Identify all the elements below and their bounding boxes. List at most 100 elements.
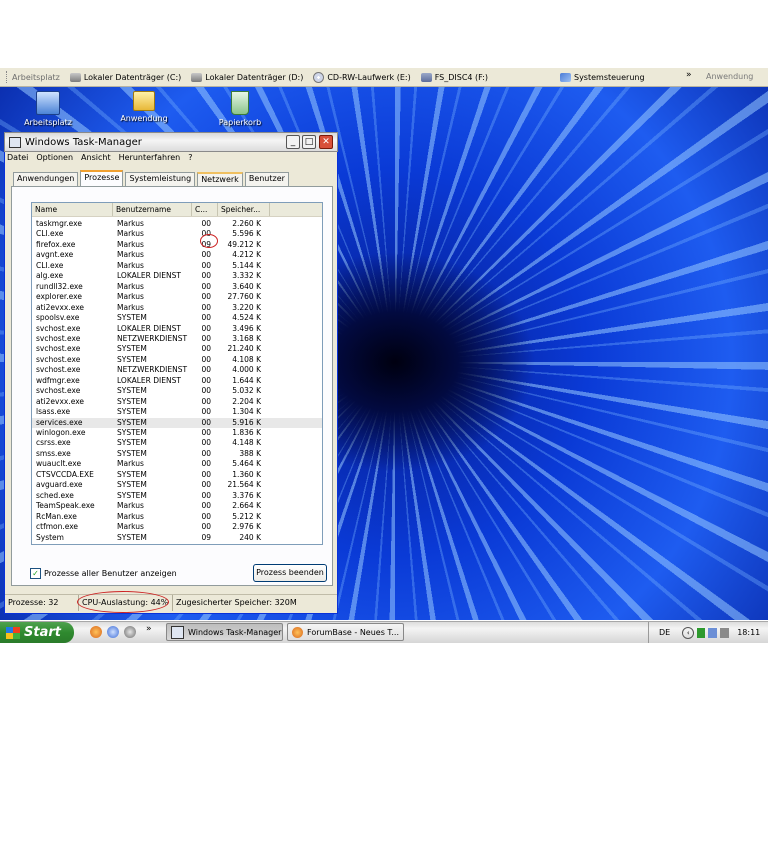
network-tray-icon[interactable]: [708, 627, 718, 638]
process-user: NETZWERKDIENST: [117, 333, 188, 343]
column-header-memory[interactable]: Speicher...: [218, 203, 270, 216]
desktop-icon-my-computer[interactable]: Arbeitsplatz: [18, 91, 78, 127]
process-row[interactable]: svchost.exe SYSTEM 00 4.108 K: [32, 355, 322, 365]
process-row[interactable]: services.exe SYSTEM 00 5.916 K: [32, 417, 322, 428]
firefox-quicklaunch-icon[interactable]: [90, 626, 102, 638]
process-memory: 3.496 K: [232, 323, 261, 333]
maximize-button[interactable]: □: [302, 135, 316, 149]
process-memory: 5.212 K: [232, 511, 261, 521]
process-row[interactable]: TeamSpeak.exe Markus 00 2.664 K: [32, 501, 322, 511]
taskbar-task-task-manager[interactable]: Windows Task-Manager: [166, 623, 283, 641]
process-row[interactable]: spoolsv.exe SYSTEM 00 4.524 K: [32, 313, 322, 323]
tab-users[interactable]: Benutzer: [244, 172, 289, 186]
show-all-users-option[interactable]: ✓ Prozesse aller Benutzer anzeigen: [30, 568, 177, 579]
toolbar-title[interactable]: Arbeitsplatz: [6, 71, 60, 83]
process-row[interactable]: wuauclt.exe Markus 00 5.464 K: [32, 459, 322, 469]
process-row[interactable]: smss.exe SYSTEM 00 388 K: [32, 449, 322, 459]
process-row[interactable]: CLI.exe Markus 00 5.596 K: [32, 229, 322, 239]
drive-f-button[interactable]: FS_DISC4 (F:): [420, 72, 488, 82]
menu-file[interactable]: Datei: [7, 153, 28, 165]
folder-icon: [133, 91, 155, 111]
toolbar-right-label[interactable]: Anwendung: [706, 72, 753, 81]
process-name: svchost.exe: [36, 333, 81, 343]
process-row[interactable]: ati2evxx.exe SYSTEM 00 2.204 K: [32, 397, 322, 407]
desktop-icon-application[interactable]: Anwendung: [114, 91, 174, 123]
process-row[interactable]: svchost.exe SYSTEM 00 21.240 K: [32, 344, 322, 354]
process-row[interactable]: winlogon.exe SYSTEM 00 1.836 K: [32, 428, 322, 438]
menu-view[interactable]: Ansicht: [81, 153, 111, 165]
end-process-button[interactable]: Prozess beenden: [253, 564, 327, 582]
process-memory: 2.204 K: [232, 396, 261, 406]
process-row[interactable]: svchost.exe LOKALER DIENST 00 3.496 K: [32, 324, 322, 334]
process-name: winlogon.exe: [36, 428, 86, 437]
process-row[interactable]: LeerlaufprozessSYSTEM8228 K: [32, 543, 322, 544]
network-drive-icon: [420, 72, 432, 82]
drive-c-button[interactable]: Lokaler Datenträger (C:): [69, 72, 181, 82]
process-name: firefox.exe: [36, 239, 76, 249]
process-name: ati2evxx.exe: [36, 302, 85, 312]
teamspeak-quicklaunch-icon[interactable]: [124, 626, 136, 638]
tab-performance[interactable]: Systemleistung: [125, 172, 196, 186]
process-row[interactable]: System SYSTEM 09 240 K: [32, 533, 322, 543]
process-name: wdfmgr.exe: [36, 375, 80, 385]
process-row[interactable]: explorer.exe Markus 00 27.760 K: [32, 292, 322, 302]
taskbar-task-forumbase[interactable]: ForumBase - Neues T...: [287, 623, 404, 641]
tab-network[interactable]: Netzwerk: [197, 172, 243, 187]
speaker-tray-icon[interactable]: [720, 627, 730, 638]
process-row[interactable]: avguard.exe SYSTEM 00 21.564 K: [32, 480, 322, 490]
antivirus-tray-icon[interactable]: [697, 627, 706, 638]
process-user: Markus: [117, 239, 144, 249]
process-list[interactable]: Name Benutzername C... Speicher... taskm…: [31, 202, 323, 545]
process-memory: 21.564 K: [227, 480, 261, 490]
tray-expand-chevron-icon[interactable]: ‹: [682, 626, 695, 639]
column-header-name[interactable]: Name: [32, 203, 113, 216]
tab-applications[interactable]: Anwendungen: [13, 172, 79, 186]
clock[interactable]: 18:11: [737, 628, 760, 637]
column-header-cpu[interactable]: C...: [192, 203, 218, 216]
process-row[interactable]: csrss.exe SYSTEM 00 4.148 K: [32, 438, 322, 448]
process-user: SYSTEM: [117, 469, 147, 479]
start-button[interactable]: Start: [0, 622, 74, 643]
control-panel-button[interactable]: Systemsteuerung: [559, 72, 645, 82]
drive-d-button[interactable]: Lokaler Datenträger (D:): [191, 72, 303, 82]
process-row[interactable]: avgnt.exe Markus 00 4.212 K: [32, 250, 322, 260]
menu-options[interactable]: Optionen: [36, 153, 73, 165]
process-row[interactable]: svchost.exe SYSTEM 00 5.032 K: [32, 386, 322, 396]
browser-quicklaunch-icon[interactable]: [107, 626, 119, 638]
close-button[interactable]: ✕: [319, 135, 333, 149]
process-name: System: [36, 532, 64, 542]
process-cpu: 00: [201, 323, 211, 333]
quicklaunch-overflow-chevron-icon[interactable]: »: [146, 624, 152, 634]
column-header-username[interactable]: Benutzername: [113, 203, 192, 216]
process-row[interactable]: lsass.exe SYSTEM 00 1.304 K: [32, 407, 322, 417]
toolbar-overflow-chevron-icon[interactable]: »: [686, 70, 692, 80]
desktop-icon-recycle-bin[interactable]: Papierkorb: [210, 91, 270, 127]
process-row[interactable]: svchost.exe NETZWERKDIENST 00 4.000 K: [32, 365, 322, 375]
process-row[interactable]: rundll32.exe Markus 00 3.640 K: [32, 282, 322, 292]
process-row[interactable]: CTSVCCDA.EXE SYSTEM 00 1.360 K: [32, 470, 322, 480]
process-row[interactable]: alg.exe LOKALER DIENST 00 3.332 K: [32, 271, 322, 281]
process-name: avguard.exe: [36, 480, 83, 490]
process-row[interactable]: sched.exe SYSTEM 00 3.376 K: [32, 491, 322, 501]
process-memory: 2.260 K: [232, 219, 261, 228]
process-memory: 1.304 K: [232, 407, 261, 417]
process-row[interactable]: firefox.exe Markus 09 49.212 K: [32, 240, 322, 250]
process-row[interactable]: CLI.exe Markus 00 5.144 K: [32, 261, 322, 271]
checkbox-checked-icon[interactable]: ✓: [30, 568, 41, 579]
menu-shutdown[interactable]: Herunterfahren: [119, 153, 181, 165]
process-name: CTSVCCDA.EXE: [36, 469, 94, 479]
window-titlebar[interactable]: Windows Task-Manager _ □ ✕: [4, 132, 338, 152]
language-indicator[interactable]: DE: [659, 628, 670, 637]
process-memory: 3.640 K: [232, 281, 261, 291]
process-row[interactable]: wdfmgr.exe LOKALER DIENST 00 1.644 K: [32, 376, 322, 386]
process-row[interactable]: ati2evxx.exe Markus 00 3.220 K: [32, 303, 322, 313]
minimize-button[interactable]: _: [286, 135, 300, 149]
drive-e-button[interactable]: CD-RW-Laufwerk (E:): [313, 71, 411, 83]
menu-help[interactable]: ?: [188, 153, 192, 165]
process-row[interactable]: RcMan.exe Markus 00 5.212 K: [32, 512, 322, 522]
process-cpu: 00: [201, 250, 211, 260]
process-row[interactable]: ctfmon.exe Markus 00 2.976 K: [32, 522, 322, 532]
process-name: csrss.exe: [36, 438, 71, 448]
process-row[interactable]: taskmgr.exe Markus 00 2.260 K: [32, 219, 322, 229]
process-row[interactable]: svchost.exe NETZWERKDIENST 00 3.168 K: [32, 334, 322, 344]
